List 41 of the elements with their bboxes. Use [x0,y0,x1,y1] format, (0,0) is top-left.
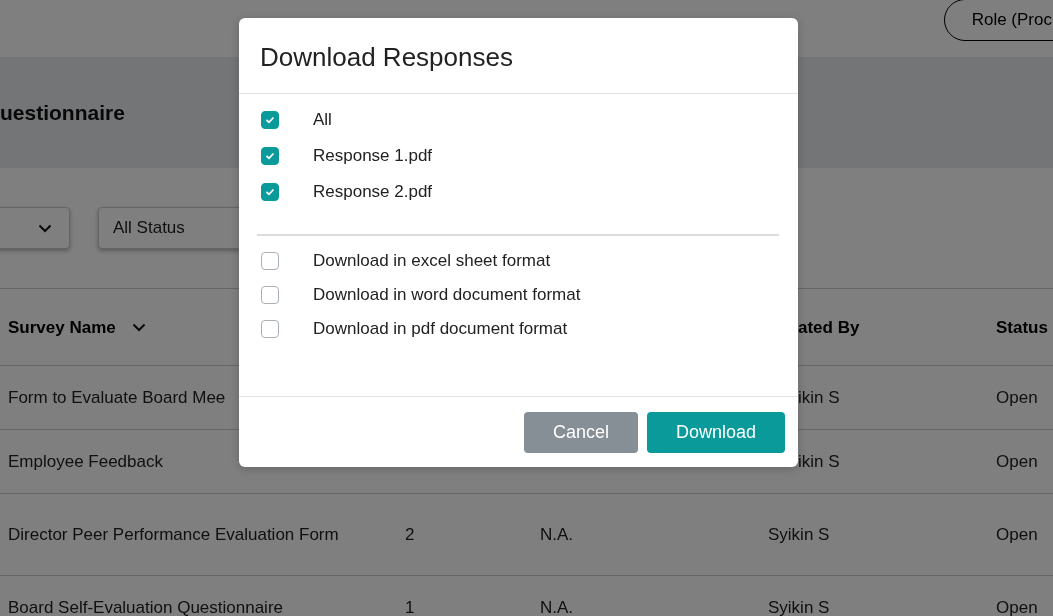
cancel-button[interactable]: Cancel [523,411,638,453]
table-cell-text: Open [996,597,1038,616]
table-cell-text: N.A. [540,597,574,616]
option-label: Download in excel sheet format [313,251,551,271]
option-label: All [313,110,332,130]
option-label: Response 2.pdf [313,182,433,202]
column-header: ated By [798,316,860,339]
check-icon [265,188,275,196]
table-cell-text: ikin S [798,451,840,473]
table-cell-text: 1 [405,597,415,616]
table-cell-text: 2 [405,524,415,546]
download-button[interactable]: Download [646,411,785,453]
table-cell-text: Open [996,387,1038,409]
checkbox[interactable] [261,183,279,201]
checkbox[interactable] [261,111,279,129]
table-cell-text: Employee Feedback [8,451,163,473]
chevron-down-icon [38,223,52,233]
checkbox[interactable] [261,147,279,165]
option-label: Response 1.pdf [313,146,433,166]
option-label: Download in word document format [313,285,581,305]
table-cell-text: Open [996,524,1038,546]
table-cell-text: Syikin S [768,597,830,616]
table-cell-text: Board Self-Evaluation Questionnaire [8,597,283,616]
table-cell-text: Form to Evaluate Board Mee [8,387,226,409]
check-icon [265,116,275,124]
table-cell-text: Syikin S [768,524,830,546]
table-cell-text: Director Peer Performance Evaluation Form [8,524,339,546]
checkbox[interactable] [261,252,279,270]
dialog-title: Download Responses [260,42,513,73]
checkbox[interactable] [261,286,279,304]
page-title: uestionnaire [0,100,125,125]
column-header: Status [996,316,1048,339]
filter-dropdown[interactable] [0,207,70,249]
table-cell-text: ikin S [798,387,840,409]
check-icon [265,152,275,160]
chevron-down-icon [131,322,146,332]
checkbox[interactable] [261,320,279,338]
table-cell-text: N.A. [540,524,574,546]
table-cell-text: Open [996,451,1038,473]
option-label: Download in pdf document format [313,319,568,339]
column-header[interactable]: Survey Name [8,312,116,342]
